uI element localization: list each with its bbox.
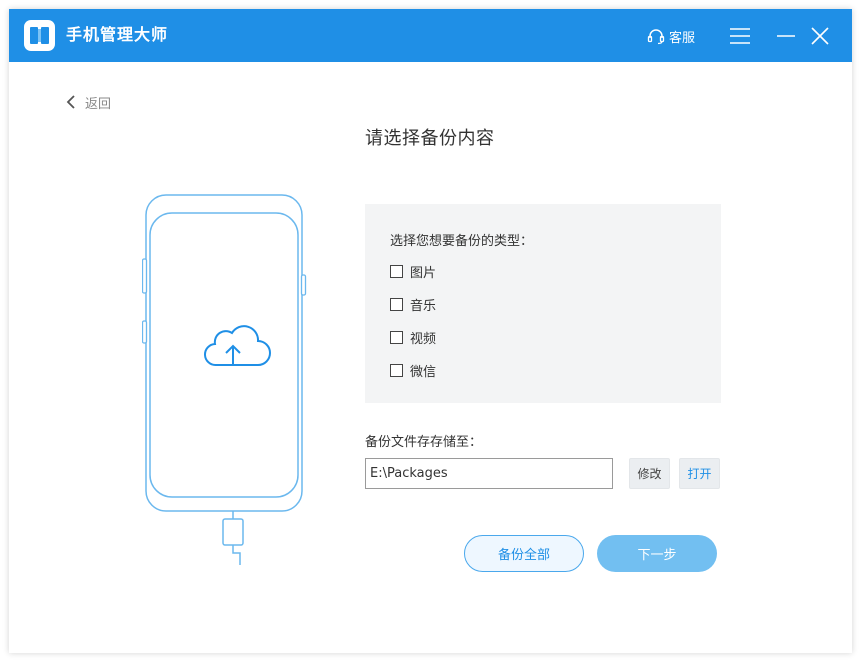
save-path-input[interactable] [365, 458, 613, 489]
option-label: 视频 [410, 331, 437, 347]
app-title: 手机管理大师 [66, 25, 169, 44]
save-location-label: 备份文件存存储至： [365, 435, 483, 450]
minimize-button[interactable] [775, 25, 797, 47]
option-video[interactable]: 视频 [390, 329, 437, 347]
back-button[interactable]: 返回 [66, 93, 112, 112]
menu-button[interactable] [729, 25, 751, 47]
option-music[interactable]: 音乐 [390, 296, 437, 314]
chevron-left-icon [66, 95, 75, 109]
menu-icon [730, 28, 750, 44]
modify-button[interactable]: 修改 [629, 458, 670, 489]
page-title: 请选择备份内容 [365, 128, 495, 149]
checkbox[interactable] [390, 330, 403, 344]
title-bar: 手机管理大师 客服 [9, 9, 852, 62]
next-button[interactable]: 下一步 [597, 535, 717, 572]
close-icon [811, 27, 829, 45]
option-label: 微信 [410, 364, 437, 380]
minimize-icon [777, 35, 795, 37]
support-button[interactable]: 客服 [647, 26, 695, 46]
checkbox[interactable] [390, 264, 403, 278]
checkbox[interactable] [390, 297, 403, 311]
support-label: 客服 [669, 30, 696, 46]
app-window: 手机管理大师 客服 返回 请选择备份内容 选择您想要备份的类型： 图片 音乐 视… [9, 9, 852, 653]
headset-icon [647, 29, 665, 45]
option-photos[interactable]: 图片 [390, 263, 437, 281]
open-button[interactable]: 打开 [679, 458, 720, 489]
backup-type-panel: 选择您想要备份的类型： 图片 音乐 视频 微信 [365, 204, 721, 403]
option-label: 音乐 [410, 298, 437, 314]
app-logo-icon [24, 20, 55, 51]
backup-all-button[interactable]: 备份全部 [464, 535, 584, 572]
option-wechat[interactable]: 微信 [390, 362, 437, 380]
close-button[interactable] [809, 25, 831, 47]
checkbox[interactable] [390, 363, 403, 377]
backup-type-label: 选择您想要备份的类型： [390, 234, 534, 249]
option-label: 图片 [410, 265, 437, 281]
back-label: 返回 [85, 96, 112, 112]
phone-illustration [141, 193, 322, 577]
